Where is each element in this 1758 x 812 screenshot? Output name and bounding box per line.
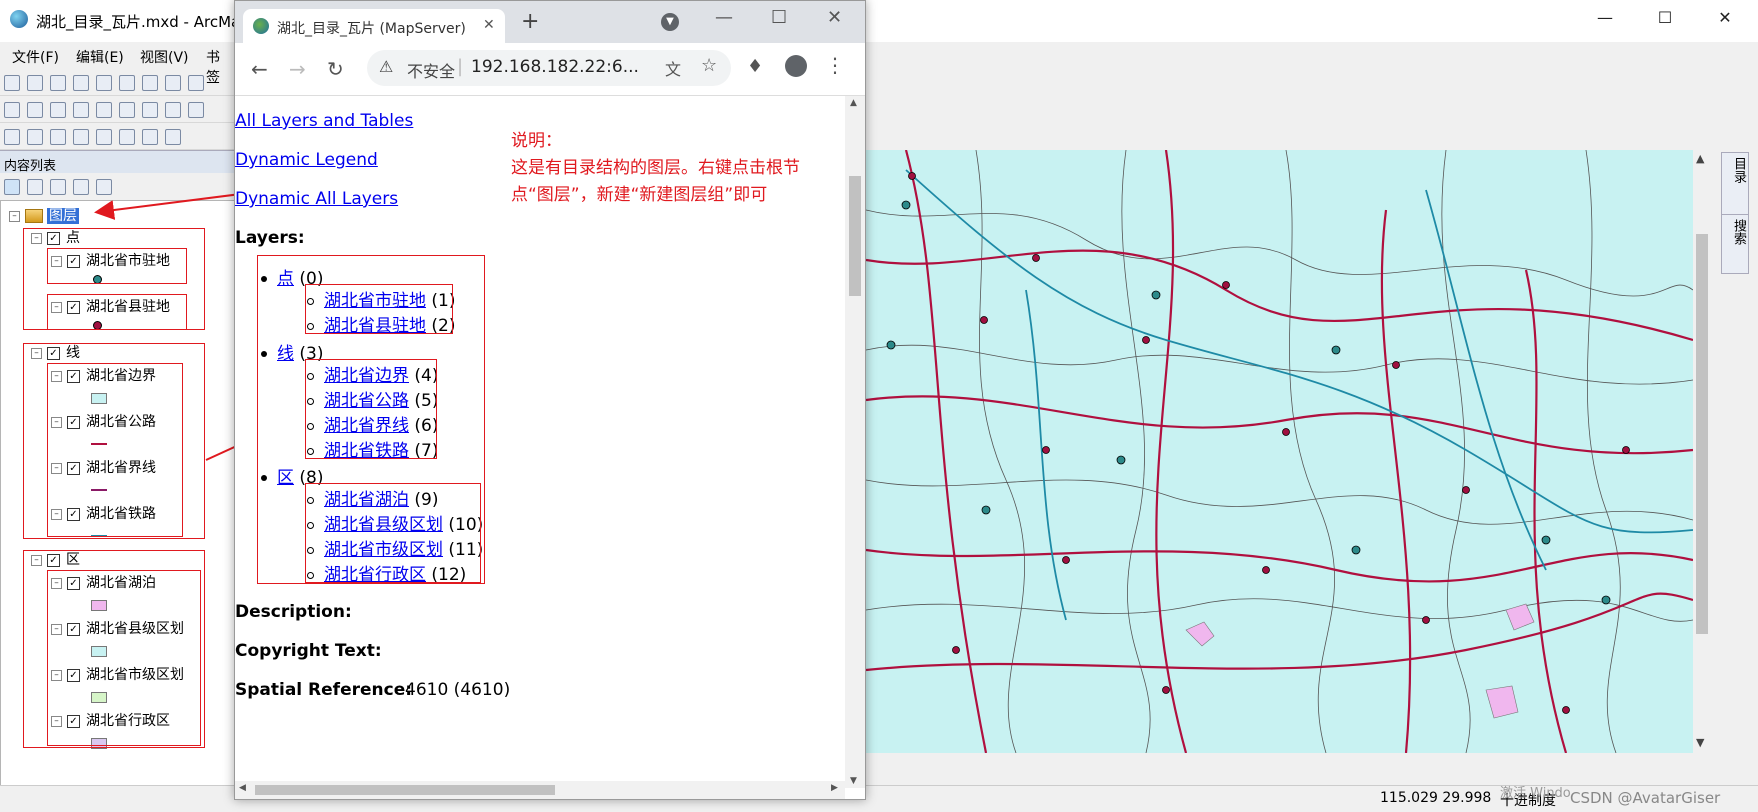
- annotation-note: 说明： 这是有目录结构的图层。右键点击根节点“图层”，新建“新建图层组”即可: [511, 128, 811, 209]
- annotation-box: [305, 359, 437, 459]
- scroll-up-icon[interactable]: ▲: [850, 98, 857, 108]
- browser-tab[interactable]: 湖北_目录_瓦片 (MapServer) ✕: [243, 9, 505, 43]
- scroll-right-icon[interactable]: ▶: [831, 783, 838, 793]
- layers-label: Layers:: [235, 228, 305, 248]
- browser-window: 湖北_目录_瓦片 (MapServer) ✕ + ▼ — ☐ ✕ ← → ↻ ⚠…: [234, 0, 866, 800]
- profile-avatar-icon[interactable]: [785, 55, 807, 77]
- back-icon[interactable]: ←: [251, 57, 268, 81]
- address-bar[interactable]: ⚠ 不安全 | 192.168.182.22:6... 文 ☆: [367, 50, 731, 86]
- globe-favicon-icon: [253, 18, 269, 34]
- tab-bar: 湖北_目录_瓦片 (MapServer) ✕ + ▼ — ☐ ✕: [235, 1, 865, 43]
- page-content: All Layers and Tables Dynamic Legend Dyn…: [235, 96, 845, 788]
- page-vertical-scrollbar[interactable]: ▲ ▼: [845, 96, 865, 788]
- annotation-box: [305, 483, 481, 583]
- scroll-down-icon[interactable]: ▼: [850, 776, 857, 786]
- browser-toolbar: ← → ↻ ⚠ 不安全 | 192.168.182.22:6... 文 ☆ ♦ …: [235, 43, 865, 96]
- spatial-reference-value: 4610 (4610): [405, 680, 511, 700]
- address-divider: |: [457, 56, 464, 77]
- warning-icon[interactable]: ⚠: [379, 57, 393, 76]
- scroll-thumb[interactable]: [849, 176, 861, 296]
- scroll-thumb[interactable]: [255, 785, 555, 795]
- browser-menu-icon[interactable]: ⋮: [825, 53, 845, 77]
- tab-title: 湖北_目录_瓦片 (MapServer): [277, 21, 466, 37]
- annotation-title: 说明：: [511, 131, 562, 151]
- new-tab-icon[interactable]: +: [521, 9, 539, 34]
- bookmark-star-icon[interactable]: ☆: [701, 55, 717, 76]
- tab-search-icon[interactable]: ▼: [661, 13, 679, 31]
- maximize-icon[interactable]: ☐: [771, 7, 787, 28]
- scroll-left-icon[interactable]: ◀: [239, 783, 246, 793]
- all-layers-and-tables-link[interactable]: All Layers and Tables: [235, 111, 413, 131]
- reload-icon[interactable]: ↻: [327, 57, 344, 81]
- extensions-icon[interactable]: ♦: [747, 56, 763, 77]
- description-label: Description:: [235, 602, 352, 622]
- close-icon[interactable]: ✕: [827, 7, 842, 28]
- translate-icon[interactable]: 文: [665, 56, 681, 80]
- dynamic-all-layers-link[interactable]: Dynamic All Layers: [235, 189, 398, 209]
- insecure-label[interactable]: 不安全: [407, 58, 455, 82]
- forward-icon[interactable]: →: [289, 57, 306, 81]
- spatial-reference-label: Spatial Reference:: [235, 680, 413, 700]
- minimize-icon[interactable]: —: [715, 7, 733, 28]
- page-horizontal-scrollbar[interactable]: ◀ ▶: [235, 781, 845, 799]
- copyright-label: Copyright Text:: [235, 641, 382, 661]
- url-text[interactable]: 192.168.182.22:6...: [471, 57, 639, 77]
- annotation-text: 这是有目录结构的图层。右键点击根节点“图层”，新建“新建图层组”即可: [511, 158, 800, 205]
- tab-close-icon[interactable]: ✕: [483, 17, 495, 33]
- annotation-box: [305, 284, 453, 334]
- dynamic-legend-link[interactable]: Dynamic Legend: [235, 150, 378, 170]
